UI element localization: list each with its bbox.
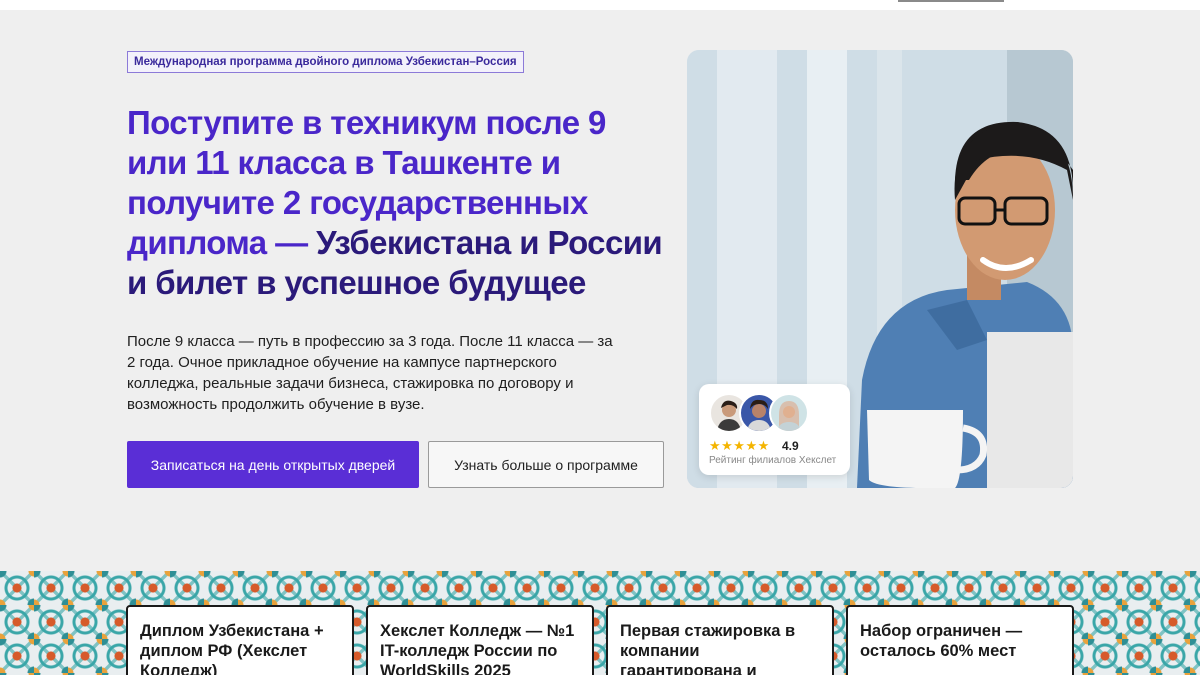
rating-value: 4.9 [782, 439, 799, 453]
open-day-signup-button[interactable]: Записаться на день открытых дверей [127, 441, 419, 488]
hero-description: После 9 класса — путь в профессию за 3 г… [127, 333, 613, 413]
rating-label: Рейтинг филиалов Хекслет [709, 455, 837, 466]
top-bar-indicator [898, 0, 1004, 2]
rating-card: ★★★★★ 4.9 Рейтинг филиалов Хекслет [699, 384, 850, 475]
feature-card-college-rank: Хекслет Колледж — №1 IT-колледж России п… [366, 605, 594, 675]
learn-more-button[interactable]: Узнать больше о программе [428, 441, 664, 488]
top-bar [0, 0, 1200, 10]
hero-title: Поступите в техникум после 9 или 11 клас… [127, 103, 667, 303]
avatar [769, 393, 809, 433]
feature-card-double-diploma: Диплом Узбекистана + диплом РФ (Хекслет … [126, 605, 354, 675]
feature-card-internship: Первая стажировка в компании гарантирова… [606, 605, 834, 675]
program-badge: Международная программа двойного диплома… [127, 51, 524, 73]
feature-card-limited-enrollment: Набор ограничен — осталось 60% мест [846, 605, 1074, 675]
rating-stars: ★★★★★ [709, 438, 770, 453]
